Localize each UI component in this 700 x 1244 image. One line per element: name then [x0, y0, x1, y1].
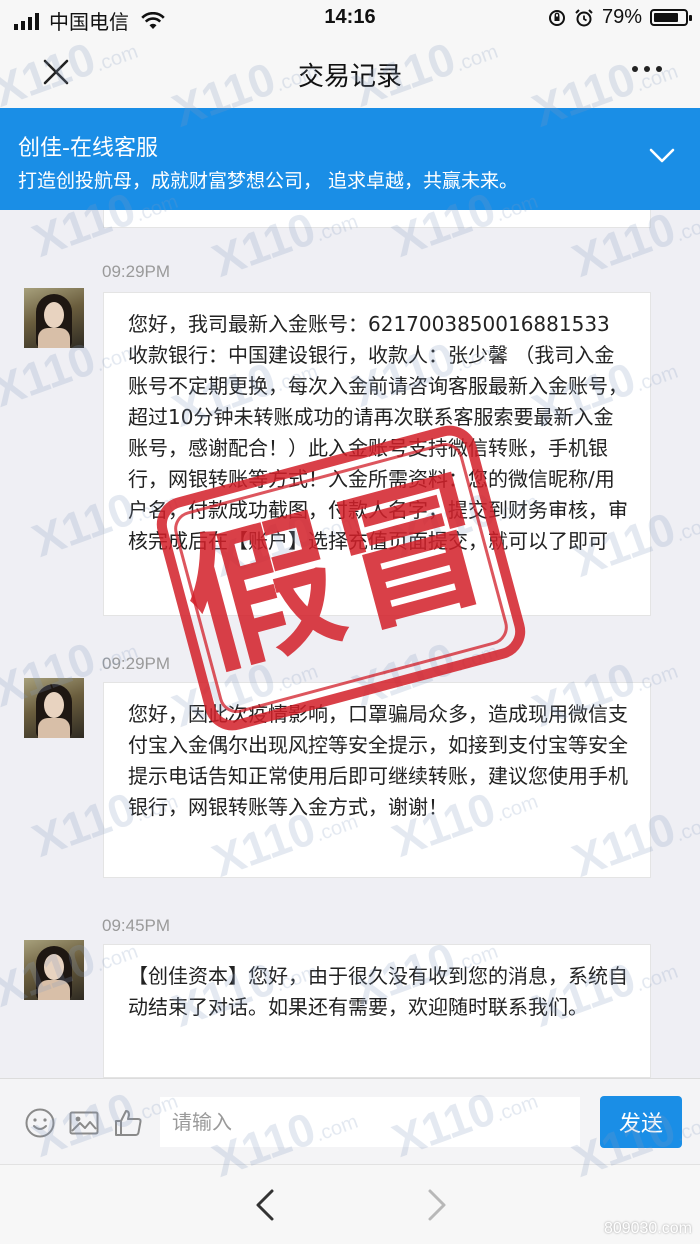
thumbs-up-icon[interactable] [112, 1107, 144, 1139]
forward-arrow-icon[interactable] [424, 1187, 450, 1223]
send-button[interactable]: 发送 [600, 1096, 682, 1148]
avatar[interactable] [24, 940, 84, 1000]
status-right-group: 79% [548, 6, 692, 29]
service-slogan: 打造创投航母，成就财富梦想公司， 追求卓越，共赢未来。 [18, 170, 519, 192]
service-header[interactable]: 创佳-在线客服 打造创投航母，成就财富梦想公司， 追求卓越，共赢未来。 [0, 108, 700, 210]
message-time: 09:29PM [102, 262, 171, 281]
chevron-down-icon[interactable] [648, 146, 676, 166]
message-bubble: 您好，因此次疫情影响，口罩骗局众多，造成现用微信支付宝入金偶尔出现风控等安全提示… [103, 682, 651, 878]
chat-area[interactable]: 09:29PM 您好，我司最新入金账号：6217003850016881533收… [0, 210, 700, 1078]
status-bar: 中国电信 14:16 79% [0, 0, 700, 36]
message-time: 09:45PM [102, 916, 171, 935]
battery-fill [654, 13, 678, 22]
corner-watermark: 809030.com [603, 1220, 692, 1237]
battery-percent: 79% [601, 6, 642, 28]
battery-icon [650, 9, 692, 26]
page-title: 交易记录 [297, 62, 402, 92]
previous-message-bubble [103, 210, 651, 228]
service-name: 创佳-在线客服 [18, 136, 158, 161]
message-time: 09:29PM [102, 654, 171, 673]
emoji-icon[interactable] [24, 1107, 56, 1139]
input-bar: 发送 [0, 1078, 700, 1164]
bottom-nav [0, 1164, 700, 1244]
back-arrow-icon[interactable] [252, 1187, 278, 1223]
alarm-icon [575, 8, 593, 26]
message-input[interactable] [160, 1097, 580, 1147]
message-bubble: 您好，我司最新入金账号：6217003850016881533收款银行：中国建设… [103, 292, 651, 616]
image-icon[interactable] [68, 1107, 100, 1139]
more-icon[interactable] [632, 66, 662, 72]
nav-bar: 交易记录 [0, 36, 700, 108]
avatar[interactable] [24, 678, 84, 738]
orientation-lock-icon [548, 9, 565, 26]
message-bubble: 【创佳资本】您好，由于很久没有收到您的消息，系统自动结束了对话。如果还有需要，欢… [103, 944, 651, 1078]
avatar[interactable] [24, 288, 84, 348]
